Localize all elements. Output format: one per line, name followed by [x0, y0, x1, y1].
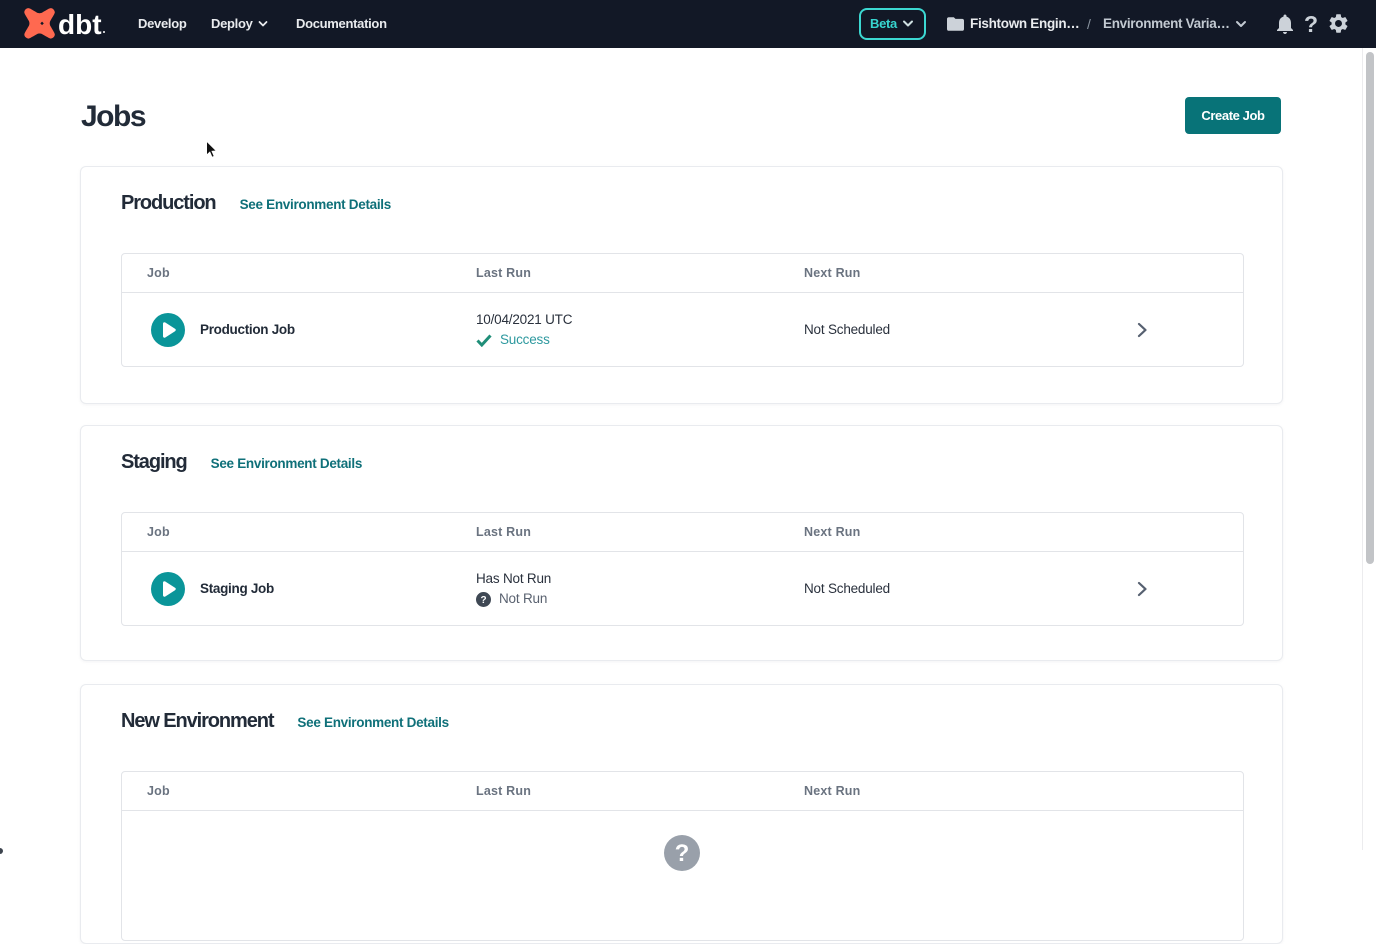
svg-text:?: ?: [675, 840, 690, 867]
svg-text:?: ?: [481, 595, 487, 606]
